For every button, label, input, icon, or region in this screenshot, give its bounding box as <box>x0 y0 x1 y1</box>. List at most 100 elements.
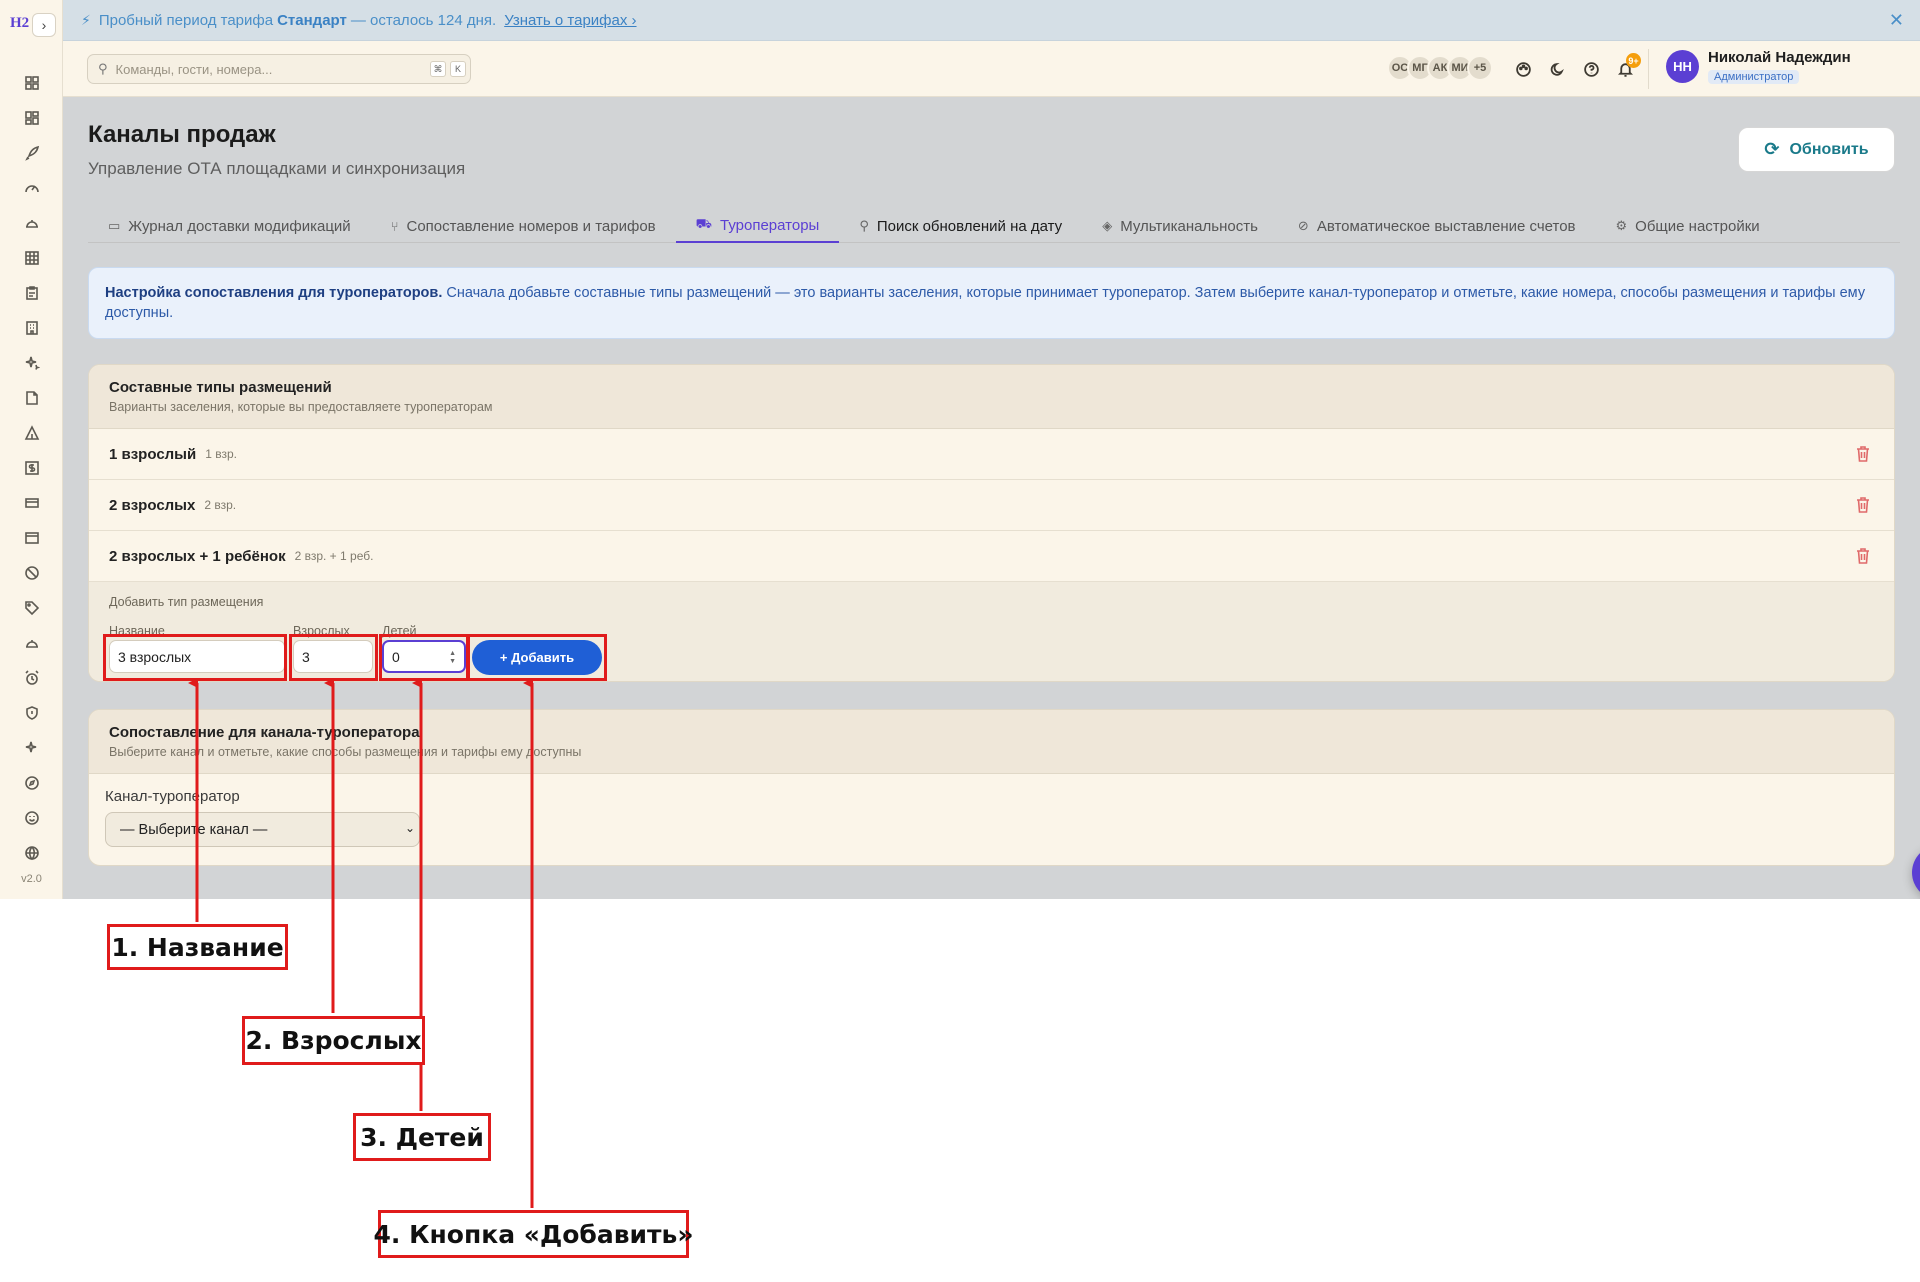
refresh-button[interactable]: ⟳ Обновить <box>1738 127 1895 172</box>
alarm-clock-icon[interactable] <box>0 660 63 695</box>
close-icon[interactable]: ✕ <box>1889 10 1904 31</box>
banner-prefix: Пробный период тарифа <box>98 11 274 29</box>
placement-meta: 2 взр. <box>204 498 237 512</box>
trash-icon[interactable] <box>1856 548 1870 564</box>
bell-service-icon[interactable] <box>0 205 63 240</box>
trash-icon[interactable] <box>1856 497 1870 513</box>
tab-auto-invoicing[interactable]: ⊘ Автоматическое выставление счетов <box>1278 209 1596 243</box>
truck-icon: ⛟ <box>695 216 712 231</box>
help-icon[interactable] <box>1577 55 1605 83</box>
callout-adults: 2. Взрослых <box>242 1016 425 1065</box>
add-placement-form: Добавить тип размещения Название Взрослы… <box>89 582 1894 681</box>
channel-select[interactable]: — Выберите канал — ⌄ <box>105 812 420 847</box>
callout-add-button: 4. Кнопка «Добавить» <box>374 1210 694 1258</box>
highlight-box <box>466 634 607 681</box>
bell-icon[interactable]: 9+ <box>1611 53 1641 83</box>
highlight-box <box>379 634 470 681</box>
sidebar-toggle-button[interactable]: › <box>32 13 56 37</box>
list-item: 1 взрослый 1 взр. <box>89 429 1894 480</box>
tag-icon[interactable] <box>0 590 63 625</box>
grid-icon[interactable] <box>0 100 63 135</box>
sparkles-icon[interactable] <box>0 345 63 380</box>
pricing-link[interactable]: Узнать о тарифах › <box>504 12 636 29</box>
placement-name: 2 взрослых + 1 ребёнок <box>109 547 286 565</box>
sidebar: H2 › v2.0 <box>0 0 63 899</box>
building-icon[interactable] <box>0 310 63 345</box>
wallet-icon[interactable] <box>0 485 63 520</box>
mapping-title: Сопоставление для канала-туроператора <box>109 724 420 741</box>
main-content: Каналы продаж Управление ОТА площадками … <box>63 97 1920 899</box>
placements-subtitle: Варианты заселения, которые вы предостав… <box>109 400 493 414</box>
tab-label: Поиск обновлений на дату <box>876 217 1063 235</box>
dashboard-icon[interactable] <box>0 65 63 100</box>
app-logo: H2 <box>10 15 30 31</box>
search-placeholder: Команды, гости, номера... <box>115 61 273 77</box>
moon-icon[interactable] <box>1543 55 1571 83</box>
highlight-box <box>289 634 378 681</box>
chat-button[interactable] <box>1912 845 1920 899</box>
add-placement-label: Добавить тип размещения <box>109 595 264 609</box>
table-icon[interactable] <box>0 240 63 275</box>
gear-icon: ⚙ <box>1615 218 1628 233</box>
ban-icon[interactable] <box>0 555 63 590</box>
dollar-icon[interactable] <box>0 450 63 485</box>
channel-select-value: — Выберите канал — <box>120 821 268 838</box>
placement-meta: 1 взр. <box>205 447 237 461</box>
page-title: Каналы продаж <box>88 121 276 148</box>
placements-header: Составные типы размещений Варианты засел… <box>89 365 1894 429</box>
callout-children: 3. Детей <box>353 1113 491 1161</box>
app-version: v2.0 <box>21 873 42 885</box>
mapping-card: Сопоставление для канала-туроператора Вы… <box>88 709 1895 866</box>
inbox-icon: ▭ <box>108 218 121 233</box>
credit-card-icon[interactable] <box>0 520 63 555</box>
tab-general-settings[interactable]: ⚙ Общие настройки <box>1596 209 1780 243</box>
sidebar-nav <box>0 65 63 870</box>
paperclip-icon: ⊘ <box>1297 218 1309 233</box>
concierge-icon[interactable] <box>0 625 63 660</box>
tab-tour-operators[interactable]: ⛟ Туроператоры <box>675 209 840 243</box>
tab-label: Журнал доставки модификаций <box>128 217 351 235</box>
refresh-label: Обновить <box>1789 140 1869 158</box>
magic-icon[interactable] <box>0 730 63 765</box>
tab-room-mapping[interactable]: ⑂ Сопоставление номеров и тарифов <box>371 209 676 243</box>
search-input[interactable]: ⚲ Команды, гости, номера... ⌘ K <box>87 54 471 84</box>
clipboard-icon[interactable] <box>0 275 63 310</box>
globe-icon[interactable] <box>0 835 63 870</box>
smile-icon[interactable] <box>0 800 63 835</box>
user-name[interactable]: Николай Надеждин <box>1708 49 1851 66</box>
placement-name: 1 взрослый <box>109 445 197 463</box>
kbd-k: K <box>450 61 466 77</box>
compass-icon[interactable] <box>0 765 63 800</box>
mapping-subtitle: Выберите канал и отметьте, какие способы… <box>109 745 582 759</box>
tab-label: Автоматическое выставление счетов <box>1316 217 1576 235</box>
tab-delivery-log[interactable]: ▭ Журнал доставки модификаций <box>88 209 371 243</box>
tab-multichannel[interactable]: ◈ Мультиканальность <box>1082 209 1278 243</box>
tent-icon[interactable] <box>0 415 63 450</box>
placements-card: Составные типы размещений Варианты засел… <box>88 364 1895 682</box>
banner-plan: Стандарт <box>277 11 347 29</box>
tab-label: Мультиканальность <box>1120 217 1258 235</box>
avatar-more[interactable]: +5 <box>1467 55 1493 81</box>
refresh-icon: ⟳ <box>1764 139 1780 159</box>
user-avatar[interactable]: НН <box>1666 50 1699 83</box>
banner-suffix: — осталось 124 дня. <box>350 11 497 29</box>
tab-label: Общие настройки <box>1635 217 1760 235</box>
gauge-icon[interactable] <box>0 170 63 205</box>
trash-icon[interactable] <box>1856 446 1870 462</box>
info-title: Настройка сопоставления для туроператоро… <box>105 285 443 301</box>
tab-search-updates[interactable]: ⚲ Поиск обновлений на дату <box>839 209 1082 243</box>
trial-banner: ⚡ Пробный период тарифа Стандарт — остал… <box>63 0 1920 41</box>
page-subtitle: Управление ОТА площадками и синхронизаци… <box>88 159 466 178</box>
highlight-box <box>103 634 287 681</box>
app-window: H2 › v2.0 ⚡ Пробный период тарифа Станда… <box>0 0 1920 899</box>
git-branch-icon: ⑂ <box>390 218 399 234</box>
file-icon[interactable] <box>0 380 63 415</box>
rocket-icon[interactable] <box>0 135 63 170</box>
layers-icon: ◈ <box>1102 218 1113 233</box>
shield-icon[interactable] <box>0 695 63 730</box>
tab-bar: ▭ Журнал доставки модификаций ⑂ Сопоставле… <box>88 209 1900 243</box>
placements-title: Составные типы размещений <box>109 379 332 396</box>
online-users[interactable]: ОС МГ АК МИ +5 <box>1387 55 1493 81</box>
user-role-badge: Администратор <box>1708 70 1800 84</box>
palette-icon[interactable] <box>1509 55 1537 83</box>
